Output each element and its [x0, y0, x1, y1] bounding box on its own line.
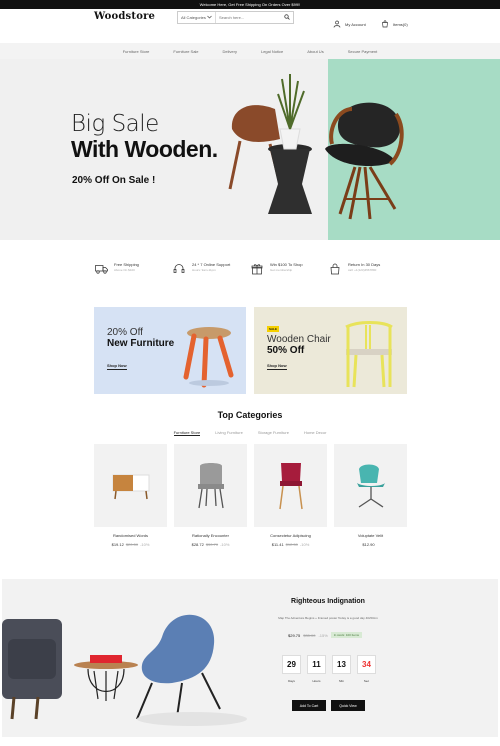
category-select[interactable]: All Categories [178, 12, 216, 23]
deal-price: $29.75 $35.00 -15% In stock: 100 Items [288, 632, 362, 638]
product-name[interactable]: Consectetur Adipiscing [254, 533, 327, 538]
user-icon [333, 20, 341, 29]
promo-big-text: New Furniture [107, 338, 175, 349]
site-logo[interactable]: Woodstore [94, 11, 155, 22]
cart-link[interactable]: Items(0) [381, 20, 408, 29]
service-item: Free Shipping Above On $100 [94, 262, 172, 284]
product-price: $12.90 [362, 542, 375, 547]
product-card[interactable]: Randomised Words $19.12 $20.50 -10% [94, 444, 167, 547]
promo-banner-new-furniture[interactable]: 20% Off New Furniture Shop Now [94, 307, 246, 394]
return-bag-icon [328, 262, 342, 276]
nav-item-delivery[interactable]: Delivery [223, 49, 237, 54]
countdown-minutes: 13 [332, 655, 351, 674]
tab-furniture-store[interactable]: Furniture Store [173, 430, 201, 436]
service-item: 24 * 7 Online Support Hours: 9am-11pm [172, 262, 250, 284]
countdown-label: Min [339, 679, 344, 683]
cart-icon [381, 20, 389, 29]
cart-label: Items(0) [393, 22, 408, 27]
product-price: $28.72 $30.70 -10% [191, 542, 230, 547]
product-image[interactable] [94, 444, 167, 527]
nav-item-legal-notice[interactable]: Legal Notice [261, 49, 283, 54]
main-nav: Furniture Store Furniture Sale Delivery … [0, 43, 500, 59]
service-item: Return In 30 Days call: +1(123)4567890 [328, 262, 406, 284]
deal-description: Map The Adventure Begins + Framed poster… [278, 616, 378, 620]
hero-banner[interactable]: Big Sale With Wooden. 20% Off On Sale ! [0, 59, 500, 240]
nav-item-furniture-store[interactable]: Furniture Store [123, 49, 150, 54]
countdown-days: 29 [282, 655, 301, 674]
product-name[interactable]: Rationally Encounter [174, 533, 247, 538]
deal-price-old: $35.00 [303, 632, 316, 638]
quick-view-button[interactable]: Quick View [331, 700, 365, 711]
countdown-seconds: 34 [357, 655, 376, 674]
sale-badge: SALE [267, 326, 280, 332]
chevron-down-icon [207, 15, 212, 20]
hero-title-line2: With Wooden. [71, 136, 218, 162]
nav-item-secure-payment[interactable]: Secure Payment [348, 49, 378, 54]
shop-now-link[interactable]: Shop Now [107, 363, 127, 370]
countdown-label: Days [288, 679, 295, 683]
search-input[interactable] [216, 15, 281, 20]
stock-badge: In stock: 100 Items [330, 632, 362, 638]
announcement-text: Welcome Here, Get Free Shipping On Order… [199, 2, 301, 7]
deal-discount: -15% [318, 632, 328, 638]
product-image[interactable] [174, 444, 247, 527]
search-icon [284, 14, 290, 21]
countdown-hours: 11 [307, 655, 326, 674]
service-sub: Above On $100 [114, 268, 135, 272]
headset-icon [172, 262, 186, 276]
deal-title[interactable]: Righteous Indignation [264, 598, 392, 605]
product-card[interactable]: Rationally Encounter $28.72 $30.70 -10% [174, 444, 247, 547]
tab-living-furniture[interactable]: Living Furniture [215, 430, 243, 436]
search-button[interactable] [281, 12, 293, 23]
product-image[interactable] [254, 444, 327, 527]
top-categories-title: Top Categories [217, 410, 283, 420]
product-image[interactable] [334, 444, 407, 527]
announcement-bar: Welcome Here, Get Free Shipping On Order… [0, 0, 500, 9]
nav-item-about-us[interactable]: About Us [307, 49, 323, 54]
promo-banner-wooden-chair[interactable]: SALE Wooden Chair 50% Off Shop Now [254, 307, 407, 394]
chair-image [345, 321, 393, 388]
account-label: My Account [345, 22, 366, 27]
truck-icon [94, 262, 108, 276]
deal-furniture-image [2, 614, 247, 726]
product-price: $19.12 $20.50 -10% [111, 542, 150, 547]
product-price: $11.41 $12.50 -10% [271, 542, 310, 547]
product-card[interactable]: Consectetur Adipiscing $11.41 $12.50 -10% [254, 444, 327, 547]
product-name[interactable]: Randomised Words [94, 533, 167, 538]
hero-furniture-image [228, 74, 404, 220]
hero-title-line1: Big Sale [71, 111, 159, 137]
category-tabs: Furniture Store Living Furniture Storage… [0, 430, 500, 436]
deal-price-current: $29.75 [288, 632, 301, 638]
account-link[interactable]: My Account [333, 20, 366, 29]
add-to-cart-button[interactable]: Add To Cart [292, 700, 326, 711]
tab-home-decor[interactable]: Home Decor [304, 430, 326, 436]
promo-big-text: 50% Off [267, 345, 305, 356]
deal-section [2, 579, 498, 737]
gift-icon [250, 262, 264, 276]
service-strip: Free Shipping Above On $100 24 * 7 Online… [0, 262, 500, 284]
promo-small-text: Wooden Chair [267, 334, 331, 345]
hero-subtitle: 20% Off On Sale ! [72, 175, 156, 186]
category-select-value: All Categories [181, 15, 206, 20]
service-item: Win $100 To Shop Get membership [250, 262, 328, 284]
service-sub: call: +1(123)4567890 [348, 268, 377, 272]
shop-now-link[interactable]: Shop Now [267, 363, 287, 370]
search-bar: All Categories [177, 11, 294, 24]
stool-image [183, 327, 234, 388]
nav-item-furniture-sale[interactable]: Furniture Sale [173, 49, 198, 54]
tab-storage-furniture[interactable]: Storage Furniture [258, 430, 289, 436]
countdown-label: Sec [363, 679, 370, 683]
service-sub: Hours: 9am-11pm [192, 268, 216, 272]
service-sub: Get membership [270, 268, 293, 272]
countdown-label: Hours [312, 679, 321, 683]
promo-small-text: 20% Off [107, 327, 143, 338]
product-name[interactable]: Voluptate Velit [334, 533, 407, 538]
product-card[interactable]: Voluptate Velit $12.90 [334, 444, 407, 547]
